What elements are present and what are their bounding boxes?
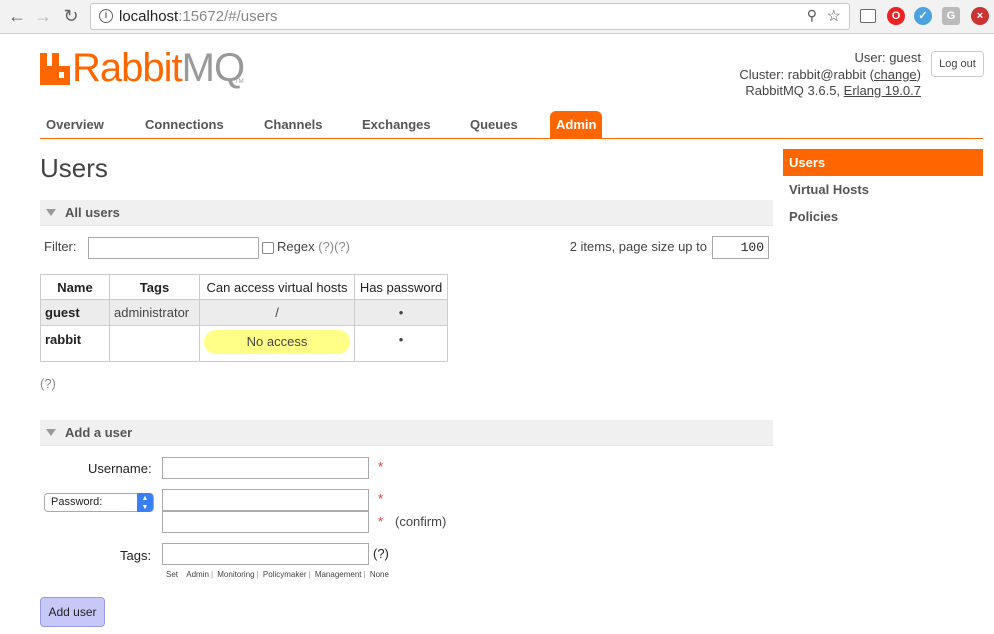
- table-row[interactable]: guest administrator / •: [40, 299, 448, 326]
- cluster-label: Cluster:: [739, 66, 785, 82]
- tag-option-policymaker[interactable]: Policymaker: [263, 570, 307, 579]
- rabbitmq-logo-icon: [40, 53, 70, 85]
- username-label: Username:: [88, 461, 152, 476]
- logo-trademark: TM: [235, 79, 244, 85]
- reload-icon[interactable]: ↻: [60, 5, 82, 27]
- tag-shortcuts: Set Admin | Monitoring | Policymaker | Mana…: [166, 570, 391, 579]
- users-help-link[interactable]: (?): [40, 376, 56, 391]
- tag-separator: |: [308, 570, 311, 579]
- table-header-row: Name Tags Can access virtual hosts Has p…: [40, 274, 448, 300]
- back-arrow-icon[interactable]: ←: [6, 5, 28, 27]
- filter-label: Filter:: [44, 239, 77, 254]
- browser-toolbar: ← → ↻ i localhost:15672/#/users ⚲ ☆ O ✓ …: [0, 0, 994, 34]
- tag-set-label: Set: [166, 570, 179, 579]
- change-cluster-link[interactable]: change: [874, 67, 917, 82]
- tags-help-link[interactable]: (?): [373, 546, 389, 561]
- regex-checkbox[interactable]: [262, 242, 274, 254]
- user-label: User:: [854, 50, 886, 65]
- required-marker: *: [378, 459, 384, 474]
- user-name-cell[interactable]: guest: [40, 299, 110, 326]
- cluster-name: rabbit@rabbit: [787, 66, 867, 82]
- bookmark-star-icon[interactable]: ☆: [827, 6, 841, 26]
- username-field[interactable]: [162, 457, 369, 479]
- all-users-heading: All users: [65, 205, 120, 220]
- tag-separator: |: [256, 570, 259, 579]
- has-password-cell: •: [354, 325, 448, 362]
- column-header-has-password[interactable]: Has password: [354, 274, 448, 300]
- bird-extension-icon[interactable]: ✓: [914, 7, 932, 25]
- tag-option-management[interactable]: Management: [315, 570, 362, 579]
- all-users-section-header[interactable]: All users: [40, 200, 773, 226]
- required-marker: *: [378, 514, 384, 529]
- info-icon[interactable]: i: [99, 9, 113, 23]
- add-user-button[interactable]: Add user: [40, 597, 105, 627]
- user-name: guest: [889, 50, 921, 65]
- sidebar-item-virtual-hosts[interactable]: Virtual Hosts: [783, 176, 983, 203]
- regex-label-group: Regex (?)(?): [277, 239, 350, 254]
- tags-label: Tags:: [120, 548, 152, 563]
- tag-option-none[interactable]: None: [370, 570, 389, 579]
- tag-separator: |: [210, 570, 214, 579]
- user-info: User: guest Cluster: rabbit@rabbit (chan…: [739, 50, 921, 98]
- main-nav-tabs: Overview Connections Channels Exchanges …: [40, 111, 983, 139]
- forward-arrow-icon[interactable]: →: [32, 5, 54, 27]
- logout-button[interactable]: Log out: [931, 51, 984, 77]
- password-type-select[interactable]: Password: ▲ ▼: [44, 493, 154, 512]
- regex-label: Regex: [277, 239, 315, 254]
- confirm-label: (confirm): [395, 514, 447, 529]
- select-arrows-icon: ▲ ▼: [137, 493, 153, 512]
- address-bar[interactable]: i localhost:15672/#/users ⚲ ☆: [90, 3, 850, 30]
- url-host: localhost: [119, 8, 179, 25]
- has-password-cell: •: [354, 299, 448, 326]
- collapse-triangle-icon: [46, 209, 56, 216]
- url-path: :15672/#/users: [178, 8, 278, 25]
- users-table: Name Tags Can access virtual hosts Has p…: [40, 274, 448, 362]
- sidebar-item-policies[interactable]: Policies: [783, 203, 983, 230]
- g-extension-icon[interactable]: G: [942, 7, 960, 25]
- logo-rabbit-text: Rabbit: [72, 46, 183, 90]
- user-vhosts-cell: No access: [199, 325, 355, 362]
- tags-field[interactable]: [162, 543, 369, 565]
- key-icon[interactable]: ⚲: [807, 7, 817, 24]
- url-text: localhost:15672/#/users: [119, 8, 277, 25]
- column-header-tags[interactable]: Tags: [109, 274, 200, 300]
- paging-info: 2 items, page size up to: [569, 239, 707, 254]
- column-header-name[interactable]: Name: [40, 274, 110, 300]
- tag-separator: |: [363, 570, 366, 579]
- table-row[interactable]: rabbit No access •: [40, 325, 448, 362]
- collapse-triangle-icon: [46, 429, 56, 436]
- opera-extension-icon[interactable]: O: [887, 7, 905, 25]
- user-name-cell[interactable]: rabbit: [40, 325, 110, 362]
- required-marker: *: [378, 491, 384, 506]
- add-user-heading: Add a user: [65, 425, 133, 440]
- erlang-version-link[interactable]: Erlang 19.0.7: [844, 83, 921, 98]
- admin-sidebar: Users Virtual Hosts Policies: [783, 149, 983, 230]
- user-tags-cell: [109, 325, 200, 362]
- tab-queues[interactable]: Queues: [464, 111, 524, 138]
- tab-overview[interactable]: Overview: [40, 111, 110, 138]
- page-size-input[interactable]: 100: [712, 236, 769, 259]
- tab-exchanges[interactable]: Exchanges: [356, 111, 437, 138]
- user-vhosts-cell: /: [199, 299, 355, 326]
- close-extension-icon[interactable]: ×: [971, 7, 989, 25]
- tag-option-monitoring[interactable]: Monitoring: [217, 570, 254, 579]
- no-access-badge: No access: [204, 330, 350, 354]
- tab-connections[interactable]: Connections: [139, 111, 230, 138]
- tab-channels[interactable]: Channels: [258, 111, 329, 138]
- password-select-value: Password:: [51, 496, 103, 508]
- add-user-section-header[interactable]: Add a user: [40, 420, 773, 446]
- rabbitmq-version: RabbitMQ 3.6.5,: [745, 83, 841, 98]
- tag-option-admin[interactable]: Admin: [186, 570, 209, 579]
- regex-help-link[interactable]: (?)(?): [318, 239, 350, 254]
- password-confirm-field[interactable]: [162, 511, 369, 533]
- password-field[interactable]: [162, 489, 369, 511]
- filter-input[interactable]: [88, 237, 259, 259]
- sidebar-item-users[interactable]: Users: [783, 149, 983, 176]
- cast-icon[interactable]: [860, 9, 876, 23]
- column-header-vhosts[interactable]: Can access virtual hosts: [199, 274, 355, 300]
- user-tags-cell: administrator: [109, 299, 200, 326]
- tab-admin[interactable]: Admin: [550, 111, 603, 138]
- page-title: Users: [40, 153, 108, 183]
- logo-wordmark: RabbitMQ: [72, 46, 245, 91]
